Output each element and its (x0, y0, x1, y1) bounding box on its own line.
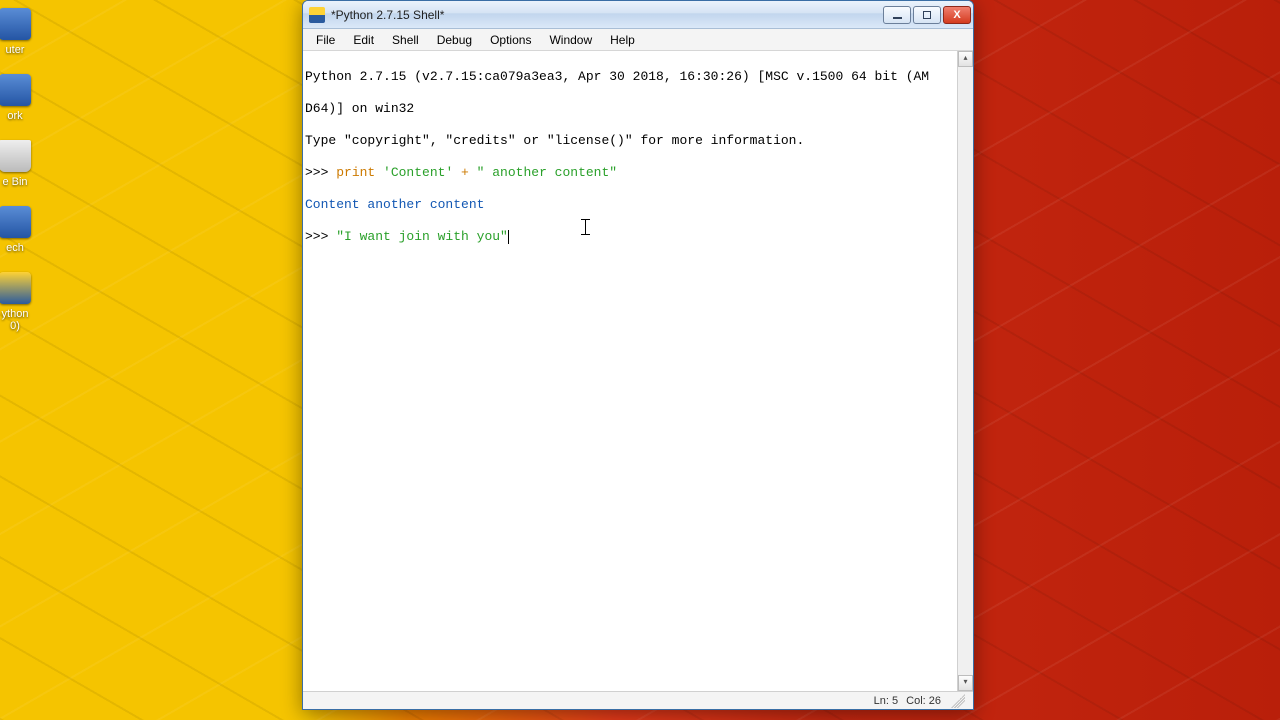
menu-help[interactable]: Help (601, 31, 644, 49)
python-icon (0, 272, 31, 304)
menu-options[interactable]: Options (481, 31, 540, 49)
desktop-icon-label: uter (0, 44, 45, 56)
desktop-wallpaper: uter ork e Bin ech ython 0) *Python 2.7.… (0, 0, 1280, 720)
shell-editor[interactable]: Python 2.7.15 (v2.7.15:ca079a3ea3, Apr 3… (303, 51, 957, 691)
menu-window[interactable]: Window (540, 31, 601, 49)
menubar: File Edit Shell Debug Options Window Hel… (303, 29, 973, 51)
titlebar[interactable]: *Python 2.7.15 Shell* X (303, 1, 973, 29)
menu-edit[interactable]: Edit (344, 31, 383, 49)
recyclebin-icon (0, 140, 31, 172)
desktop-icon-generic[interactable]: ech (0, 206, 45, 254)
window-buttons: X (883, 6, 971, 24)
desktop-icon-python[interactable]: ython 0) (0, 272, 45, 332)
desktop-icon-label: ech (0, 242, 45, 254)
scroll-up-button[interactable]: ▴ (958, 51, 973, 67)
menu-shell[interactable]: Shell (383, 31, 428, 49)
scroll-down-button[interactable]: ▾ (958, 675, 973, 691)
banner-line: Python 2.7.15 (v2.7.15:ca079a3ea3, Apr 3… (305, 69, 955, 85)
text-caret (508, 230, 509, 244)
vertical-scrollbar[interactable]: ▴ ▾ (957, 51, 973, 691)
maximize-button[interactable] (913, 6, 941, 24)
desktop-icon-label: e Bin (0, 176, 45, 188)
string-literal: "I want join with you" (336, 229, 508, 244)
output-line: Content another content (305, 197, 955, 213)
desktop-icon-label: ork (0, 110, 45, 122)
scroll-track[interactable] (958, 67, 973, 675)
operator-plus: + (453, 165, 476, 180)
desktop-icons: uter ork e Bin ech ython 0) (0, 0, 65, 350)
python-shell-window: *Python 2.7.15 Shell* X File Edit Shell … (302, 0, 974, 710)
close-icon: X (953, 9, 960, 21)
menu-file[interactable]: File (307, 31, 344, 49)
desktop-icon-computer[interactable]: uter (0, 8, 45, 56)
python-app-icon (309, 7, 325, 23)
prompt: >>> (305, 165, 336, 180)
minimize-button[interactable] (883, 6, 911, 24)
input-line: >>> "I want join with you" (305, 229, 955, 245)
minimize-icon (893, 17, 902, 19)
string-literal: " another content" (477, 165, 617, 180)
string-literal: 'Content' (383, 165, 453, 180)
desktop-icon-recyclebin[interactable]: e Bin (0, 140, 45, 188)
computer-icon (0, 8, 31, 40)
resize-grip-icon[interactable] (951, 694, 965, 708)
editor-area: Python 2.7.15 (v2.7.15:ca079a3ea3, Apr 3… (303, 51, 973, 691)
status-column: Col: 26 (906, 695, 941, 707)
prompt: >>> (305, 229, 336, 244)
window-title: *Python 2.7.15 Shell* (331, 8, 883, 22)
maximize-icon (923, 11, 931, 19)
network-icon (0, 74, 31, 106)
folder-icon (0, 206, 31, 238)
hint-line: Type "copyright", "credits" or "license(… (305, 133, 955, 149)
desktop-icon-label: ython 0) (0, 308, 45, 332)
status-line: Ln: 5 (874, 695, 898, 707)
close-button[interactable]: X (943, 6, 971, 24)
banner-line: D64)] on win32 (305, 101, 955, 117)
keyword-print: print (336, 165, 383, 180)
input-line: >>> print 'Content' + " another content" (305, 165, 955, 181)
menu-debug[interactable]: Debug (428, 31, 481, 49)
desktop-icon-network[interactable]: ork (0, 74, 45, 122)
statusbar: Ln: 5 Col: 26 (303, 691, 973, 709)
